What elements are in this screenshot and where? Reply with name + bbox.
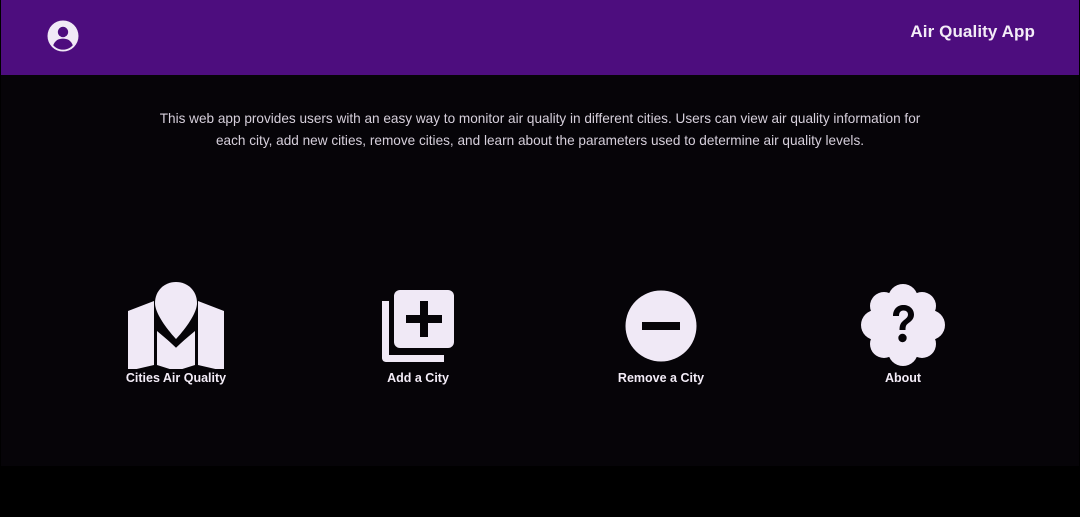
tile-label: Cities Air Quality [125,371,227,385]
tile-icon-wrap [823,279,983,369]
tile-label: About [884,371,922,385]
app-title: Air Quality App [910,22,1035,41]
tile-cities-air-quality[interactable]: Cities Air Quality [96,279,256,394]
remove-circle-icon [625,290,697,362]
tile-add-city[interactable]: Add a City [338,279,498,394]
tile-label: Remove a City [617,371,705,385]
home-content: This web app provides users with an easy… [1,75,1079,466]
map-pin-icon [128,282,224,369]
app-description: This web app provides users with an easy… [159,111,921,148]
tile-icon-wrap [581,279,741,369]
help-badge-icon [861,284,945,366]
profile-button[interactable] [46,19,80,53]
tile-label: Add a City [387,371,449,385]
tile-icon-wrap [96,279,256,369]
app-header: Air Quality App [1,0,1079,75]
tile-about[interactable]: About [823,279,983,394]
app-window: Air Quality App This web app provides us… [0,0,1080,517]
tile-remove-city[interactable]: Remove a City [581,279,741,394]
footer-bar [1,466,1079,517]
library-add-icon [382,290,454,362]
account-circle-icon [47,20,79,52]
tile-icon-wrap [338,279,498,369]
